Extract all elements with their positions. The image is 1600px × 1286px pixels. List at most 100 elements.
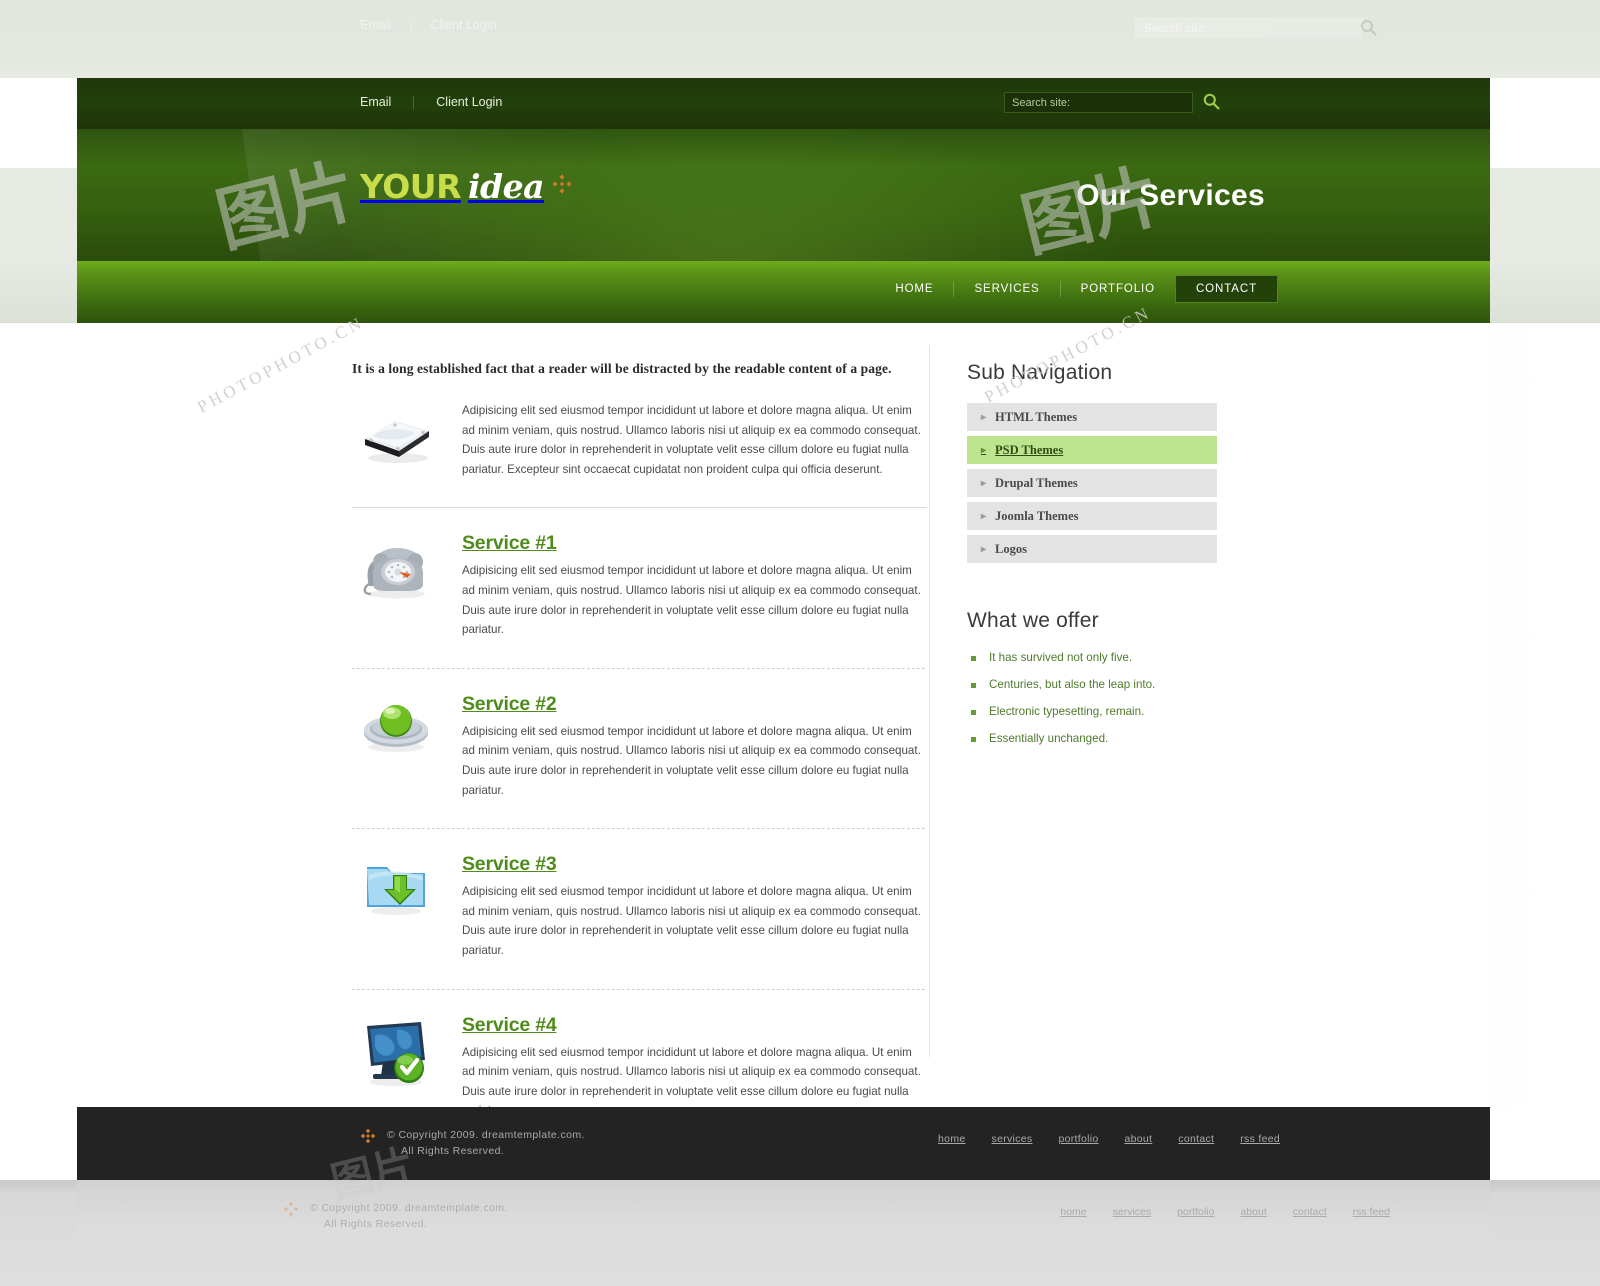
diamond-ornament-icon (360, 1127, 376, 1152)
reflection-copyright-line-1: © Copyright 2009. dreamtemplate.com. (310, 1202, 508, 1214)
nav-link-portfolio[interactable]: PORTFOLIO (1061, 276, 1175, 302)
service-row: Service #2 Adipisicing elit sed eiusmod … (352, 693, 927, 826)
footer-link-rss-feed[interactable]: rss feed (1240, 1133, 1280, 1145)
reflection-copyright-text: © Copyright 2009. dreamtemplate.com. All… (310, 1200, 508, 1232)
chevron-right-icon: ▸ (981, 411, 987, 423)
sidebar-item-html-themes[interactable]: ▸ HTML Themes (967, 403, 1217, 431)
list-item[interactable]: ▸ PSD Themes (967, 436, 1217, 464)
service-separator (352, 988, 927, 990)
sidebar-item-psd-themes[interactable]: ▸ PSD Themes (967, 436, 1217, 464)
service-body: Adipisicing elit sed eiusmod tempor inci… (462, 885, 921, 957)
sidebar-item-label: Joomla Themes (995, 508, 1079, 523)
main-navigation-list: HOME SERVICES PORTFOLIO CONTACT (875, 275, 1278, 303)
page-background-top: Email | Client Login Search site: (0, 0, 1600, 78)
ghost-topbar-links: Email | Client Login (360, 18, 497, 32)
ghost-search-placeholder: Search site: (1144, 21, 1208, 35)
logo-word-your: YOUR (360, 167, 461, 206)
chevron-right-icon: ▸ (981, 477, 987, 489)
list-item: Essentially unchanged. (967, 732, 1217, 745)
ghost-divider: | (409, 18, 413, 32)
subnav-heading: Sub Navigation (967, 361, 1113, 384)
search-input[interactable] (1004, 92, 1193, 113)
column-divider (929, 345, 930, 1057)
nav-item-services[interactable]: SERVICES (954, 276, 1059, 302)
chevron-right-icon: ▸ (981, 510, 987, 522)
reflection-footer-links: home services portfolio about contact rs… (1060, 1206, 1390, 1218)
offer-heading: What we offer (967, 609, 1099, 632)
nav-item-portfolio[interactable]: PORTFOLIO (1061, 276, 1175, 302)
service-body-wrap: Service #4 Adipisicing elit sed eiusmod … (462, 1014, 927, 1121)
copyright-line-2: All Rights Reserved. (401, 1145, 505, 1157)
footer-link-services[interactable]: services (992, 1133, 1033, 1145)
service-title-link[interactable]: Service #3 (462, 853, 557, 876)
reflection-footer-link-services: services (1112, 1206, 1152, 1218)
main-navigation: HOME SERVICES PORTFOLIO CONTACT (77, 261, 1490, 323)
footer-link-home[interactable]: home (938, 1133, 965, 1145)
site-search (1004, 92, 1220, 113)
nav-link-home[interactable]: HOME (875, 276, 953, 302)
list-item[interactable]: ▸ Logos (967, 535, 1217, 563)
sidebar: Sub Navigation ▸ HTML Themes ▸ PSD Theme… (967, 361, 1217, 759)
client-login-link[interactable]: Client Login (436, 95, 524, 109)
reflection-footer-link-portfolio: portfolio (1177, 1206, 1215, 1218)
reflection-footer-link-contact: contact (1292, 1206, 1327, 1218)
reflection-diamond-ornament-icon (283, 1200, 299, 1232)
footer-link-contact[interactable]: contact (1178, 1133, 1214, 1145)
nav-item-contact[interactable]: CONTACT (1174, 275, 1278, 303)
footer-link-portfolio[interactable]: portfolio (1058, 1133, 1098, 1145)
logo-word-idea: idea (467, 167, 545, 206)
sidebar-item-logos[interactable]: ▸ Logos (967, 535, 1217, 563)
hard-drive-icon (352, 401, 440, 479)
service-title-link[interactable]: Service #1 (462, 532, 557, 555)
list-item[interactable]: ▸ Joomla Themes (967, 502, 1217, 530)
sidebar-item-drupal-themes[interactable]: ▸ Drupal Themes (967, 469, 1217, 497)
copyright-line-1: © Copyright 2009. dreamtemplate.com. (387, 1129, 585, 1141)
service-body: Adipisicing elit sed eiusmod tempor inci… (462, 564, 921, 637)
list-item: Electronic typesetting, remain. (967, 705, 1217, 718)
download-folder-icon (352, 853, 440, 960)
service-body-wrap: Service #1 Adipisicing elit sed eiusmod … (462, 532, 927, 639)
service-body: Adipisicing elit sed eiusmod tempor inci… (462, 724, 921, 797)
service-body-wrap: Service #2 Adipisicing elit sed eiusmod … (462, 693, 927, 800)
intro-body: Adipisicing elit sed eiusmod tempor inci… (462, 404, 921, 476)
ghost-search-icon (1360, 19, 1377, 41)
reflection-footer-link-rss: rss feed (1352, 1206, 1390, 1218)
intro-row: Adipisicing elit sed eiusmod tempor inci… (352, 401, 927, 505)
sidebar-item-label: HTML Themes (995, 409, 1078, 424)
nav-link-services[interactable]: SERVICES (954, 276, 1059, 302)
site-footer: © Copyright 2009. dreamtemplate.com. All… (77, 1107, 1490, 1180)
service-separator (352, 828, 927, 830)
service-row: Service #3 Adipisicing elit sed eiusmod … (352, 853, 927, 986)
reflection-footer-link-home: home (1060, 1206, 1087, 1218)
service-row: Service #1 Adipisicing elit sed eiusmod … (352, 532, 927, 665)
subnav-list: ▸ HTML Themes ▸ PSD Themes ▸ Drupal Them… (967, 403, 1217, 563)
page-title: Our Services (1076, 179, 1265, 212)
footer-copyright: © Copyright 2009. dreamtemplate.com. All… (360, 1127, 585, 1159)
footer-links: home services portfolio about contact rs… (938, 1133, 1280, 1145)
utility-topbar: Email Client Login (77, 78, 1490, 129)
site-page: Email Client Login YOUR idea (77, 78, 1490, 1180)
intro-separator (352, 507, 927, 509)
reflection-copyright: © Copyright 2009. dreamtemplate.com. All… (283, 1200, 508, 1232)
search-icon (1203, 93, 1220, 113)
nav-item-home[interactable]: HOME (875, 276, 953, 302)
list-item: It has survived not only five. (967, 651, 1217, 664)
sidebar-item-joomla-themes[interactable]: ▸ Joomla Themes (967, 502, 1217, 530)
service-title-link[interactable]: Service #4 (462, 1014, 557, 1037)
monitor-check-icon (352, 1014, 440, 1121)
chevron-right-icon: ▸ (981, 543, 987, 555)
search-submit-button[interactable] (1203, 93, 1220, 113)
service-title-link[interactable]: Service #2 (462, 693, 557, 716)
reflection-copyright-line-2: All Rights Reserved. (324, 1218, 428, 1230)
nav-link-contact[interactable]: CONTACT (1174, 275, 1278, 303)
email-link[interactable]: Email (360, 95, 413, 109)
list-item[interactable]: ▸ Drupal Themes (967, 469, 1217, 497)
sidebar-item-label: Drupal Themes (995, 475, 1078, 490)
utility-links: Email Client Login (360, 95, 524, 109)
site-logo[interactable]: YOUR idea (360, 167, 573, 206)
footer-link-about[interactable]: about (1125, 1133, 1153, 1145)
list-item[interactable]: ▸ HTML Themes (967, 403, 1217, 431)
diamond-ornament-icon (551, 173, 573, 200)
utility-divider (413, 95, 415, 109)
site-header: YOUR idea Our Services (77, 129, 1490, 261)
